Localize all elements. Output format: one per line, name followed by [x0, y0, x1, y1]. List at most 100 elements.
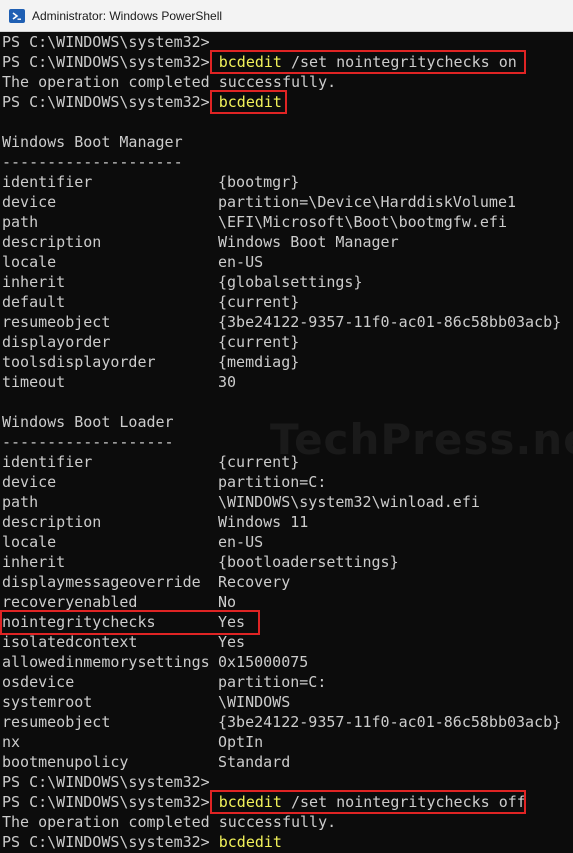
- entry-key: description: [2, 233, 102, 251]
- entry-value: Recovery: [218, 573, 291, 591]
- entry-key: default: [2, 293, 66, 311]
- bcd-entry-row: allowedinmemorysettings 0x15000075: [2, 652, 572, 672]
- entry-value: en-US: [218, 533, 264, 551]
- entry-value: en-US: [218, 253, 264, 271]
- console-line: PS C:\WINDOWS\system32>: [2, 32, 210, 52]
- entry-key: timeout: [2, 373, 66, 391]
- section-separator: -------------------: [2, 433, 174, 451]
- console-line: The operation completed successfully.: [2, 812, 336, 832]
- bcd-entry-row: displayorder {current}: [2, 332, 572, 352]
- bcd-entry-row: description Windows Boot Manager: [2, 232, 572, 252]
- entry-key: systemroot: [2, 693, 93, 711]
- entry-key: recoveryenabled: [2, 593, 138, 611]
- console-line: The operation completed successfully.: [2, 72, 336, 92]
- entry-key: device: [2, 193, 57, 211]
- entry-key: inherit: [2, 553, 66, 571]
- bcd-entry-row: isolatedcontext Yes: [2, 632, 572, 652]
- bcd-entry-row: toolsdisplayorder {memdiag}: [2, 352, 572, 372]
- entry-value: {bootloadersettings}: [218, 553, 399, 571]
- title-bar: Administrator: Windows PowerShell: [0, 0, 573, 32]
- entry-key: resumeobject: [2, 313, 111, 331]
- bcd-entry-row: bootmenupolicy Standard: [2, 752, 572, 772]
- entry-value: {globalsettings}: [218, 273, 363, 291]
- entry-key: device: [2, 473, 57, 491]
- entry-value: {current}: [218, 293, 300, 311]
- highlight-box-set-on: [210, 50, 526, 74]
- bcd-entry-row: path \EFI\Microsoft\Boot\bootmgfw.efi: [2, 212, 572, 232]
- entry-key: allowedinmemorysettings: [2, 653, 210, 671]
- entry-key: osdevice: [2, 673, 75, 691]
- highlight-box-bcdedit: [210, 90, 287, 114]
- section-header: Windows Boot Loader: [2, 413, 174, 431]
- entry-key: identifier: [2, 453, 93, 471]
- powershell-icon: [9, 8, 25, 23]
- entry-value: {bootmgr}: [218, 173, 300, 191]
- entry-value: {memdiag}: [218, 353, 300, 371]
- entry-value: Standard: [218, 753, 291, 771]
- bcd-entry-row: resumeobject {3be24122-9357-11f0-ac01-86c…: [2, 712, 572, 732]
- entry-key: displaymessageoverride: [2, 573, 201, 591]
- bcd-entry-row: nx OptIn: [2, 732, 572, 752]
- prompt: PS C:\WINDOWS\system32>: [2, 93, 210, 111]
- entry-value: partition=C:: [218, 673, 327, 691]
- bcd-entry-row: osdevice partition=C:: [2, 672, 572, 692]
- bcd-entry-row: inherit {bootloadersettings}: [2, 552, 572, 572]
- highlight-box-nointegritychecks: [0, 610, 260, 635]
- console-output[interactable]: TechPress.net PS C:\WINDOWS\system32> PS…: [0, 32, 573, 853]
- bcd-entry-row: identifier {current}: [2, 452, 572, 472]
- prompt: PS C:\WINDOWS\system32>: [2, 793, 210, 811]
- entry-key: path: [2, 213, 39, 231]
- bcd-entry-row: systemroot \WINDOWS: [2, 692, 572, 712]
- entry-value: Yes: [218, 633, 246, 651]
- bcd-entry-row: device partition=\Device\HarddiskVolume1: [2, 192, 572, 212]
- entry-value: No: [218, 593, 237, 611]
- entry-value: Windows Boot Manager: [218, 233, 399, 251]
- entry-key: bootmenupolicy: [2, 753, 129, 771]
- entry-key: resumeobject: [2, 713, 111, 731]
- bcd-entry-row: description Windows 11: [2, 512, 572, 532]
- entry-key: displayorder: [2, 333, 111, 351]
- entry-value: {current}: [218, 333, 300, 351]
- entry-value: \WINDOWS\system32\winload.efi: [218, 493, 480, 511]
- bcd-entry-row: device partition=C:: [2, 472, 572, 492]
- success-message: The operation completed successfully.: [2, 73, 337, 91]
- entry-key: nx: [2, 733, 21, 751]
- entry-key: toolsdisplayorder: [2, 353, 156, 371]
- bcd-entry-row: locale en-US: [2, 532, 572, 552]
- entry-value: 0x15000075: [218, 653, 309, 671]
- prompt: PS C:\WINDOWS\system32>: [2, 773, 210, 791]
- bcd-entry-row: recoveryenabled No: [2, 592, 572, 612]
- prompt: PS C:\WINDOWS\system32>: [2, 53, 210, 71]
- success-message: The operation completed successfully.: [2, 813, 337, 831]
- bcd-entry-row: resumeobject {3be24122-9357-11f0-ac01-86c…: [2, 312, 572, 332]
- bcd-entry-row: default {current}: [2, 292, 572, 312]
- prompt: PS C:\WINDOWS\system32>: [2, 833, 210, 851]
- entry-value: {current}: [218, 453, 300, 471]
- highlight-box-set-off: [210, 790, 526, 814]
- entry-value: {3be24122-9357-11f0-ac01-86c58bb03acb}: [218, 713, 562, 731]
- console-line: PS C:\WINDOWS\system32> bcdedit: [2, 832, 282, 852]
- entry-key: description: [2, 513, 102, 531]
- entry-value: OptIn: [218, 733, 264, 751]
- entry-value: \EFI\Microsoft\Boot\bootmgfw.efi: [218, 213, 507, 231]
- entry-value: 30: [218, 373, 237, 391]
- entry-key: identifier: [2, 173, 93, 191]
- console-line: PS C:\WINDOWS\system32>: [2, 772, 210, 792]
- section-header: Windows Boot Manager: [2, 133, 183, 151]
- window-title: Administrator: Windows PowerShell: [32, 8, 223, 23]
- entry-key: isolatedcontext: [2, 633, 138, 651]
- entry-value: partition=\Device\HarddiskVolume1: [218, 193, 517, 211]
- entry-value: Windows 11: [218, 513, 309, 531]
- entry-key: locale: [2, 253, 57, 271]
- bcd-entry-row: locale en-US: [2, 252, 572, 272]
- command-name: bcdedit: [218, 833, 282, 851]
- bcd-entry-row: identifier {bootmgr}: [2, 172, 572, 192]
- bcd-entry-row: path \WINDOWS\system32\winload.efi: [2, 492, 572, 512]
- entry-value: \WINDOWS: [218, 693, 291, 711]
- entry-key: inherit: [2, 273, 66, 291]
- bcd-entry-row: timeout 30: [2, 372, 572, 392]
- entry-value: {3be24122-9357-11f0-ac01-86c58bb03acb}: [218, 313, 562, 331]
- entry-key: path: [2, 493, 39, 511]
- entry-value: partition=C:: [218, 473, 327, 491]
- bcd-entry-row: inherit {globalsettings}: [2, 272, 572, 292]
